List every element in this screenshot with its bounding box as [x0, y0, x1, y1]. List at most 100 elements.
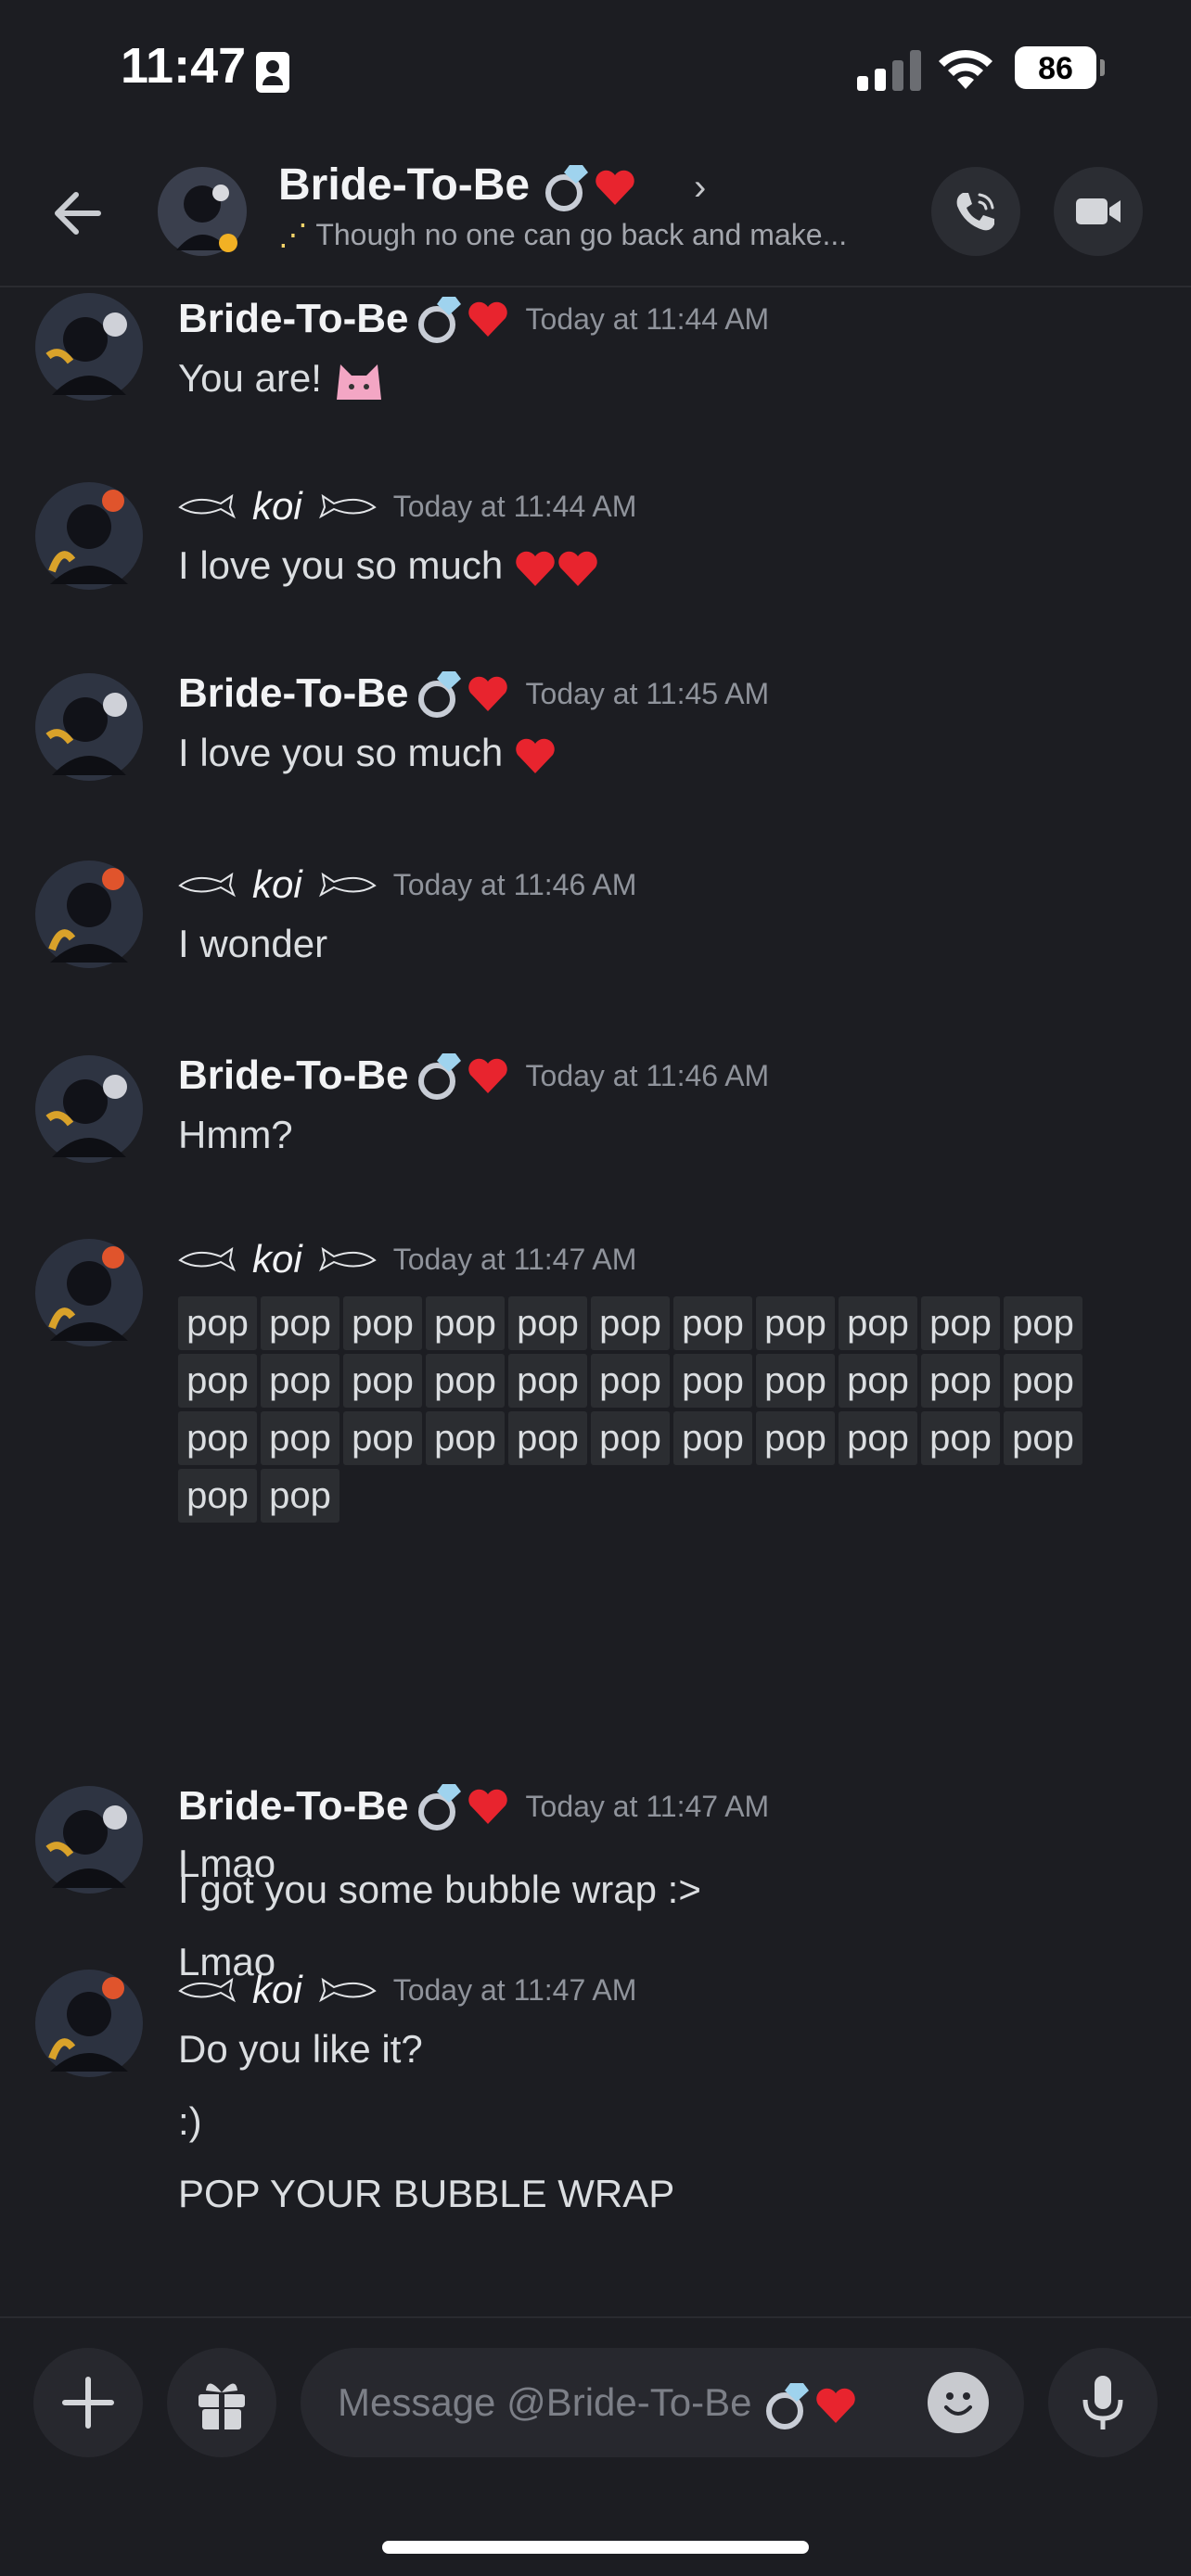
avatar[interactable]	[33, 1053, 145, 1165]
author-name[interactable]: koi	[252, 1968, 302, 2012]
fish-icon	[318, 1246, 377, 1272]
message-header: Bride-To-Be Today at 11:46 AM	[178, 1048, 769, 1103]
spoiler-tag[interactable]: pop	[343, 1296, 422, 1350]
spoiler-tag[interactable]: pop	[508, 1354, 587, 1408]
spoiler-tag[interactable]: pop	[591, 1411, 670, 1465]
message-text[interactable]: POP YOUR BUBBLE WRAP	[178, 2172, 674, 2216]
chevron-right-icon[interactable]: ›	[694, 167, 706, 209]
message-text[interactable]: I love you so much	[178, 543, 599, 588]
gift-button[interactable]	[167, 2348, 276, 2457]
avatar[interactable]	[33, 1237, 145, 1348]
fish-icon	[178, 493, 236, 519]
heart-icon	[467, 1789, 507, 1824]
spoiler-tag[interactable]: pop	[343, 1354, 422, 1408]
header-avatar[interactable]	[156, 165, 249, 258]
spoiler-row: pop pop pop pop pop pop pop pop pop pop pop	[178, 1296, 1087, 1350]
author-name[interactable]: Bride-To-Be	[178, 1783, 409, 1830]
timestamp: Today at 11:45 AM	[525, 676, 770, 710]
attach-button[interactable]	[33, 2348, 143, 2457]
author-name[interactable]: koi	[252, 862, 302, 907]
spoiler-tag[interactable]: pop	[673, 1354, 752, 1408]
heart-icon	[596, 171, 635, 206]
spoiler-tag[interactable]: pop	[839, 1296, 917, 1350]
spoiler-tag[interactable]: pop	[508, 1296, 587, 1350]
voice-message-button[interactable]	[1048, 2348, 1158, 2457]
message-text[interactable]: Do you like it?	[178, 2027, 423, 2072]
spoiler-tag[interactable]: pop	[343, 1411, 422, 1465]
author-name[interactable]: Bride-To-Be	[178, 670, 409, 717]
avatar[interactable]	[33, 859, 145, 970]
spoiler-tag[interactable]: pop	[426, 1354, 505, 1408]
avatar[interactable]	[33, 671, 145, 783]
message-input[interactable]: Message @Bride-To-Be	[301, 2348, 1024, 2457]
spoiler-tag[interactable]: pop	[261, 1296, 339, 1350]
message-list[interactable]: Bride-To-Be Today at 11:44 AM You are! k…	[0, 289, 1191, 2316]
spoiler-tag[interactable]: pop	[178, 1354, 257, 1408]
spoiler-tag[interactable]: pop	[261, 1411, 339, 1465]
spoiler-tag[interactable]: pop	[508, 1411, 587, 1465]
spoiler-tag[interactable]: pop	[756, 1296, 835, 1350]
spoiler-tag[interactable]: pop	[839, 1411, 917, 1465]
cat-emote-icon	[336, 363, 381, 400]
battery-indicator: 86	[1015, 46, 1096, 89]
timestamp: Today at 11:47 AM	[392, 1242, 637, 1276]
microphone-icon	[1082, 2376, 1123, 2429]
spoiler-row: pop pop	[178, 1469, 1087, 1523]
message-text[interactable]: Hmm?	[178, 1113, 293, 1157]
spoiler-tag[interactable]: pop	[178, 1296, 257, 1350]
spoiler-tag[interactable]: pop	[921, 1296, 1000, 1350]
spoiler-tag[interactable]: pop	[261, 1469, 339, 1523]
message-header: Bride-To-Be Today at 11:47 AM	[178, 1779, 769, 1834]
heart-icon	[516, 738, 555, 773]
spoiler-tag[interactable]: pop	[1004, 1296, 1082, 1350]
author-name[interactable]: koi	[252, 484, 302, 529]
timestamp: Today at 11:46 AM	[392, 867, 637, 901]
timestamp: Today at 11:46 AM	[525, 1058, 770, 1092]
avatar[interactable]	[33, 291, 145, 402]
ring-icon	[417, 297, 461, 343]
author-name[interactable]: koi	[252, 1237, 302, 1282]
message-header: koi Today at 11:47 AM	[178, 1962, 636, 2018]
spoiler-tag[interactable]: pop	[673, 1411, 752, 1465]
home-indicator[interactable]	[382, 2541, 809, 2554]
spoiler-tag[interactable]: pop	[261, 1354, 339, 1408]
status-time: 11:47	[121, 38, 247, 94]
spoiler-tag[interactable]: pop	[921, 1411, 1000, 1465]
wifi-icon	[939, 49, 992, 89]
spoiler-tag[interactable]: pop	[756, 1354, 835, 1408]
message-header: koi Today at 11:46 AM	[178, 857, 636, 912]
message-text[interactable]: Lmao	[178, 1842, 275, 1886]
message-text[interactable]: I wonder	[178, 922, 327, 966]
avatar[interactable]	[33, 480, 145, 592]
heart-icon	[816, 2388, 855, 2423]
spoiler-tag[interactable]: pop	[426, 1296, 505, 1350]
message-header: Bride-To-Be Today at 11:44 AM	[178, 291, 769, 347]
message-text[interactable]: :)	[178, 2099, 202, 2144]
emoji-button[interactable]	[928, 2372, 989, 2433]
message-text[interactable]: I love you so much	[178, 731, 557, 775]
spoiler-grid: pop pop pop pop pop pop pop pop pop pop pop pop pop p…	[178, 1296, 1087, 1526]
spoiler-tag[interactable]: pop	[673, 1296, 752, 1350]
back-button[interactable]	[45, 180, 111, 247]
author-name[interactable]: Bride-To-Be	[178, 296, 409, 342]
author-name[interactable]: Bride-To-Be	[178, 1052, 409, 1099]
spoiler-tag[interactable]: pop	[178, 1411, 257, 1465]
spoiler-tag[interactable]: pop	[591, 1354, 670, 1408]
avatar[interactable]	[33, 1968, 145, 2079]
spoiler-tag[interactable]: pop	[178, 1469, 257, 1523]
spoiler-tag[interactable]: pop	[921, 1354, 1000, 1408]
message-text[interactable]: You are!	[178, 356, 385, 402]
spoiler-tag[interactable]: pop	[426, 1411, 505, 1465]
spoiler-tag[interactable]: pop	[1004, 1411, 1082, 1465]
video-call-button[interactable]	[1054, 167, 1143, 256]
header-title[interactable]: Bride-To-Be	[278, 159, 636, 213]
voice-call-button[interactable]	[931, 167, 1020, 256]
spoiler-tag[interactable]: pop	[1004, 1354, 1082, 1408]
spoiler-tag[interactable]: pop	[591, 1296, 670, 1350]
spoiler-tag[interactable]: pop	[756, 1411, 835, 1465]
contact-card-icon	[256, 52, 289, 93]
heart-icon	[467, 1058, 507, 1093]
avatar[interactable]	[33, 1784, 145, 1895]
fish-icon	[318, 872, 377, 898]
spoiler-tag[interactable]: pop	[839, 1354, 917, 1408]
